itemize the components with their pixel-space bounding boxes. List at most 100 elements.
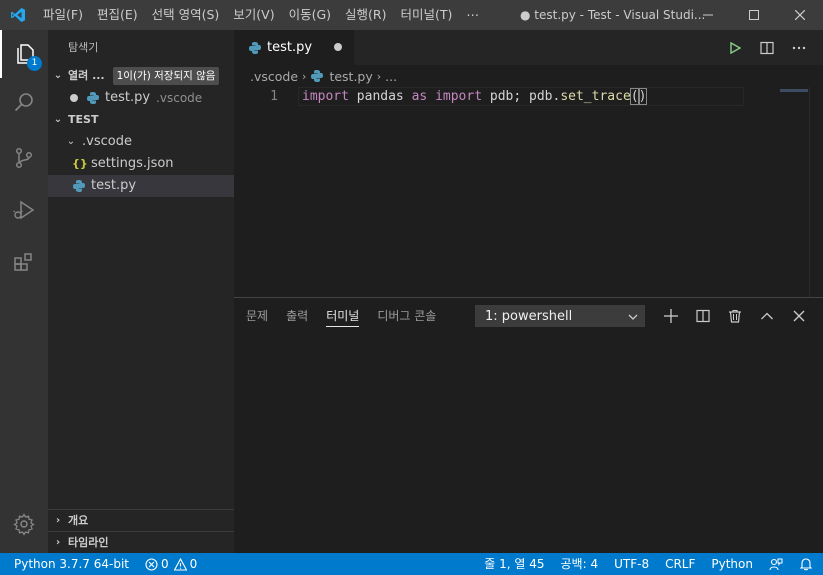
plus-icon: [664, 309, 678, 323]
unsaved-dot-icon[interactable]: [334, 43, 342, 51]
workspace-label: TEST: [68, 113, 99, 126]
menu-file[interactable]: 파일(F): [35, 0, 90, 30]
minimize-icon: [703, 14, 713, 16]
explorer-sidebar: 탐색기 ⌄ 열려 ... 1이(가) 저장되지 않음 test.py .vsco…: [48, 30, 234, 553]
open-editors-section[interactable]: ⌄ 열려 ... 1이(가) 저장되지 않음: [48, 65, 234, 87]
encoding[interactable]: UTF-8: [606, 553, 657, 575]
explorer-button[interactable]: 1: [0, 30, 48, 78]
chevron-up-icon: [761, 312, 773, 320]
file-label: settings.json: [91, 156, 174, 171]
run-debug-button[interactable]: [0, 186, 48, 234]
extensions-icon: [14, 253, 32, 271]
chevron-right-icon: ›: [376, 69, 382, 83]
tab-test-py[interactable]: test.py: [234, 30, 354, 65]
sidebar-bottom-sections: › 개요 › 타임라인: [48, 509, 234, 553]
python-file-icon: [87, 92, 99, 104]
maximize-panel-button[interactable]: [751, 298, 783, 334]
minimap[interactable]: [780, 89, 808, 92]
kill-terminal-button[interactable]: [719, 298, 751, 334]
timeline-label: 타임라인: [68, 535, 109, 549]
menu-go[interactable]: 이동(G): [282, 0, 338, 30]
open-editor-folder: .vscode: [156, 91, 203, 105]
run-file-button[interactable]: [719, 30, 751, 65]
source-control-button[interactable]: [0, 134, 48, 182]
chevron-down-icon: [628, 306, 638, 336]
feedback-icon: [769, 558, 783, 571]
chevron-down-icon: ⌄: [53, 70, 63, 81]
tab-terminal[interactable]: 터미널: [326, 298, 360, 334]
menu-more[interactable]: ⋯: [459, 0, 486, 30]
search-icon: [14, 93, 33, 112]
vscode-logo-icon: [0, 0, 35, 30]
extensions-button[interactable]: [0, 238, 48, 286]
trash-icon: [729, 309, 741, 323]
panel-actions: [655, 298, 815, 334]
status-bar-right: 줄 1, 열 45 공백: 4 UTF-8 CRLF Python: [476, 553, 823, 575]
line-number: 1: [270, 89, 278, 104]
breadcrumb: .vscode › test.py › ...: [234, 65, 823, 87]
problems-indicator[interactable]: 0 0: [137, 553, 205, 575]
code-line[interactable]: 1 import pandas as import pdb; pdb.set_t…: [234, 87, 744, 106]
more-actions-button[interactable]: [783, 30, 815, 65]
source-control-icon: [15, 147, 33, 169]
split-icon: [696, 309, 710, 323]
open-editor-item[interactable]: test.py .vscode: [48, 87, 234, 109]
code-editor[interactable]: 1 import pandas as import pdb; pdb.set_t…: [234, 87, 823, 297]
unsaved-badge: 1이(가) 저장되지 않음: [112, 67, 220, 85]
breadcrumb-more[interactable]: ...: [385, 69, 397, 84]
bell-icon: [799, 558, 813, 571]
sidebar-title: 탐색기: [68, 41, 99, 54]
unsaved-dot-icon[interactable]: [70, 94, 78, 102]
file-test-py[interactable]: test.py: [48, 175, 234, 197]
language-mode[interactable]: Python: [703, 553, 761, 575]
manage-button[interactable]: [0, 500, 48, 548]
bottom-panel: 문제 출력 터미널 디버그 콘솔 1: powershell: [234, 297, 823, 553]
workspace-section[interactable]: ⌄ TEST: [48, 109, 234, 131]
minimize-button[interactable]: [685, 0, 731, 30]
menu-run[interactable]: 실행(R): [338, 0, 393, 30]
python-file-icon: [73, 180, 85, 192]
tab-debug-console[interactable]: 디버그 콘솔: [377, 298, 436, 334]
tab-label: test.py: [267, 40, 313, 55]
split-terminal-button[interactable]: [687, 298, 719, 334]
close-icon: [793, 310, 805, 322]
play-icon: [730, 41, 741, 54]
terminal-select[interactable]: 1: powershell: [475, 305, 645, 327]
chevron-down-icon: ⌄: [53, 114, 63, 125]
menu-selection[interactable]: 선택 영역(S): [145, 0, 227, 30]
close-window-button[interactable]: [777, 0, 823, 30]
breadcrumb-folder[interactable]: .vscode: [250, 69, 298, 84]
maximize-button[interactable]: [731, 0, 777, 30]
editor-actions: [719, 30, 815, 65]
menu-edit[interactable]: 편집(E): [90, 0, 145, 30]
editor-scrollbar[interactable]: [809, 87, 823, 297]
chevron-right-icon: ›: [302, 69, 307, 83]
search-button[interactable]: [0, 78, 48, 126]
error-count: 0: [161, 557, 169, 571]
notifications-button[interactable]: [791, 553, 823, 575]
close-icon: [795, 10, 805, 20]
line-endings[interactable]: CRLF: [657, 553, 703, 575]
outline-section[interactable]: › 개요: [48, 509, 234, 531]
cursor-position[interactable]: 줄 1, 열 45: [476, 553, 552, 575]
tab-problems[interactable]: 문제: [246, 298, 268, 334]
timeline-section[interactable]: › 타임라인: [48, 531, 234, 553]
status-bar: Python 3.7.7 64-bit 0 0 줄 1, 열 45 공백: 4 …: [0, 553, 823, 575]
menu-terminal[interactable]: 터미널(T): [394, 0, 460, 30]
chevron-right-icon: ›: [55, 514, 61, 526]
run-debug-icon: [13, 200, 35, 220]
code-text[interactable]: import pandas as import pdb; pdb.set_tra…: [302, 88, 648, 105]
tab-output[interactable]: 출력: [286, 298, 308, 334]
feedback-button[interactable]: [761, 553, 791, 575]
indentation[interactable]: 공백: 4: [553, 553, 607, 575]
folder-vscode[interactable]: ⌄ .vscode: [48, 131, 234, 153]
breadcrumb-file[interactable]: test.py: [329, 69, 372, 84]
new-terminal-button[interactable]: [655, 298, 687, 334]
window-title: ● test.py - Test - Visual Studi...: [520, 8, 706, 22]
file-settings-json[interactable]: {} settings.json: [48, 153, 234, 175]
python-interpreter[interactable]: Python 3.7.7 64-bit: [0, 553, 137, 575]
error-icon: [145, 557, 158, 571]
close-panel-button[interactable]: [783, 298, 815, 334]
menu-view[interactable]: 보기(V): [226, 0, 281, 30]
split-editor-button[interactable]: [751, 30, 783, 65]
